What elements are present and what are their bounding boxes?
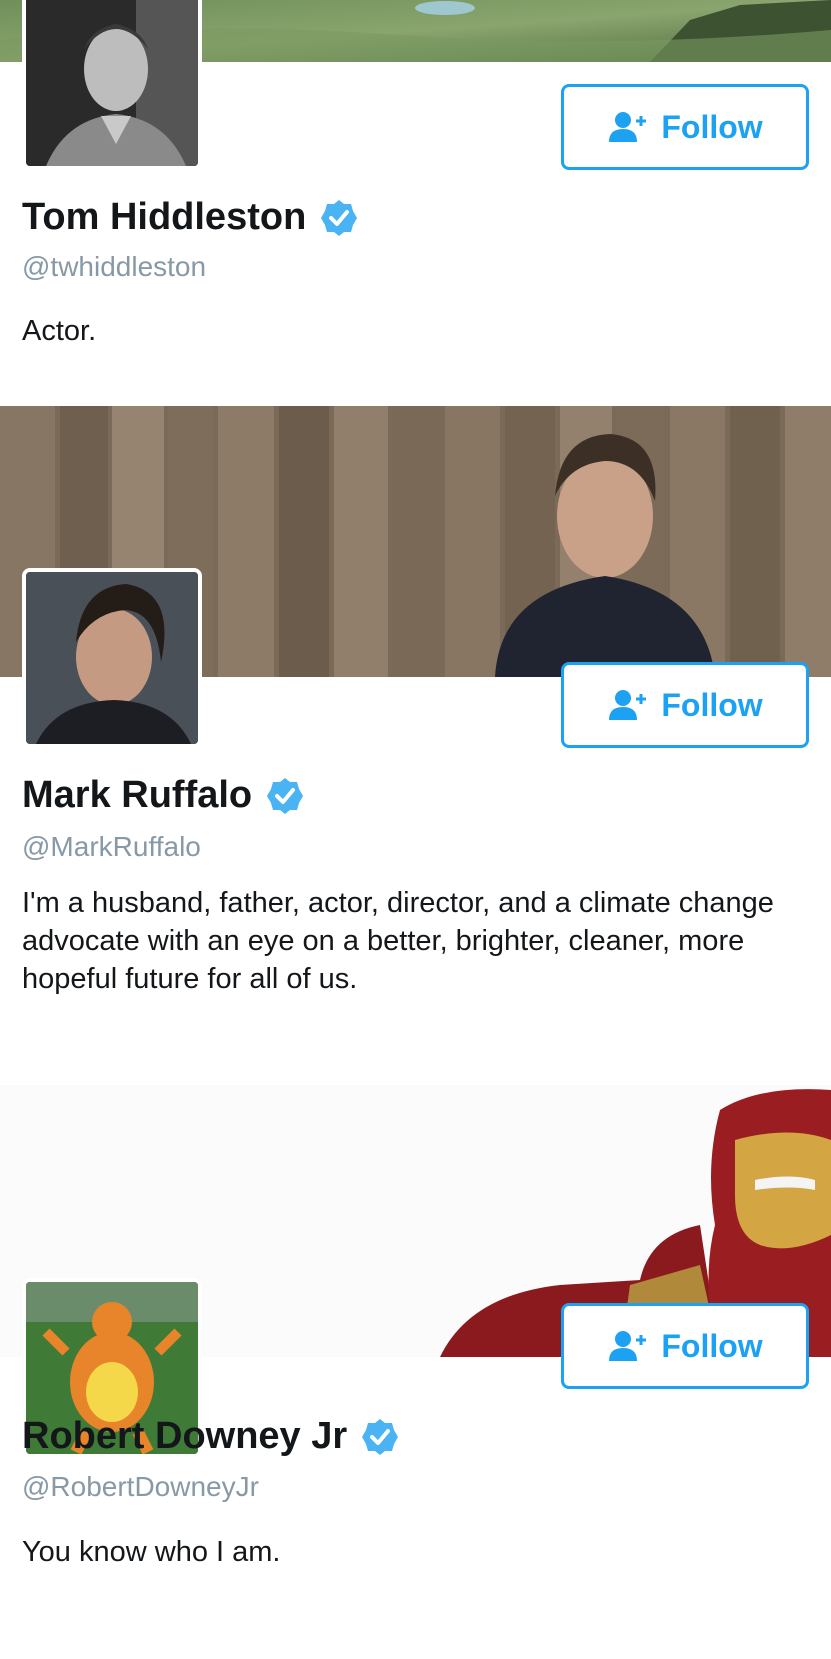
profile-handle[interactable]: @MarkRuffalo — [22, 831, 201, 863]
follow-label: Follow — [661, 108, 763, 145]
profile-bio: You know who I am. — [22, 1536, 281, 1568]
name-row: Robert Downey Jr — [22, 1415, 399, 1458]
profile-card-mark-ruffalo: Follow Mark Ruffalo @MarkRuffalo I'm a h… — [0, 406, 831, 1084]
profile-handle[interactable]: @RobertDowneyJr — [22, 1471, 259, 1503]
profile-name[interactable]: Tom Hiddleston — [22, 196, 306, 239]
verified-badge-icon — [267, 777, 304, 814]
profile-bio: I'm a husband, father, actor, director, … — [22, 887, 774, 995]
follow-label: Follow — [661, 686, 763, 723]
name-row: Tom Hiddleston — [22, 196, 358, 239]
profile-name[interactable]: Mark Ruffalo — [22, 774, 252, 817]
profile-card-robert-downey-jr: Follow Robert Downey Jr @RobertDowneyJr … — [0, 1085, 831, 1659]
avatar[interactable] — [22, 0, 202, 170]
verified-badge-icon — [321, 199, 358, 236]
profile-bio: Actor. — [22, 315, 97, 347]
add-user-icon — [609, 690, 647, 720]
follow-button[interactable]: Follow — [561, 662, 809, 748]
name-row: Mark Ruffalo — [22, 774, 304, 817]
add-user-icon — [609, 1331, 647, 1361]
follow-button[interactable]: Follow — [561, 84, 809, 170]
follow-button[interactable]: Follow — [561, 1303, 809, 1389]
follow-label: Follow — [661, 1327, 763, 1364]
verified-badge-icon — [362, 1418, 399, 1455]
profile-card-tom-hiddleston: Follow Tom Hiddleston @twhiddleston Acto… — [0, 0, 831, 405]
avatar[interactable] — [22, 568, 202, 748]
add-user-icon — [609, 112, 647, 142]
profile-name[interactable]: Robert Downey Jr — [22, 1415, 347, 1458]
profile-handle[interactable]: @twhiddleston — [22, 251, 206, 283]
